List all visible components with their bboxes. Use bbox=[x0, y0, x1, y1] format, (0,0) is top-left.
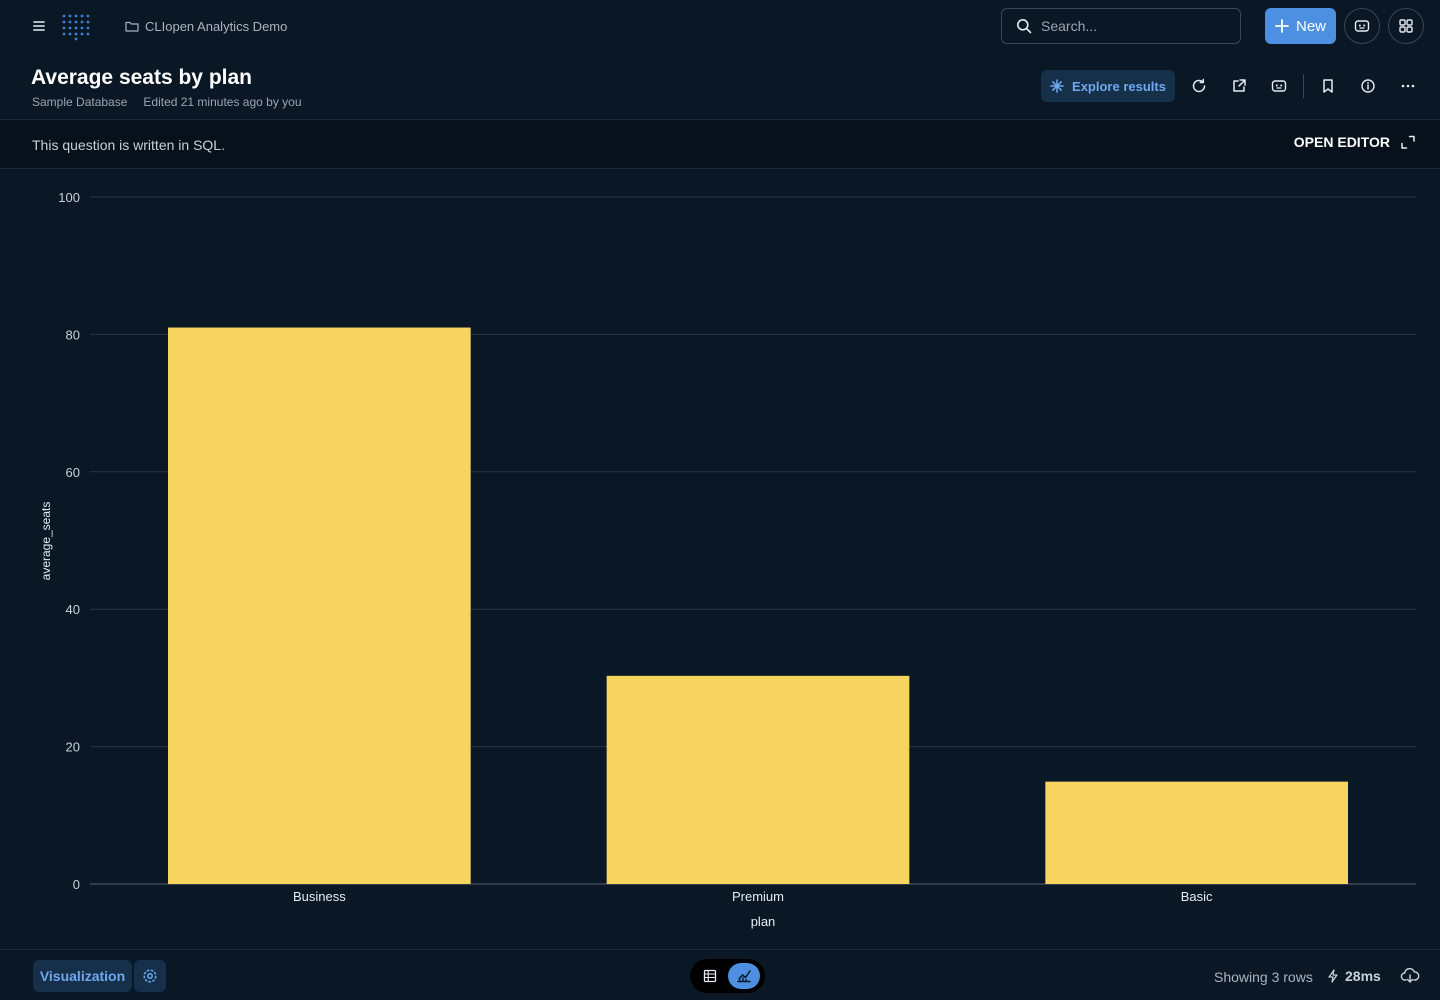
x-tick-label: Premium bbox=[732, 889, 784, 904]
search-icon bbox=[1016, 18, 1032, 34]
new-button[interactable]: New bbox=[1265, 8, 1336, 44]
bookmark-icon bbox=[1320, 78, 1336, 94]
bar[interactable] bbox=[167, 327, 471, 884]
metabot-question-button[interactable] bbox=[1267, 74, 1291, 98]
visualization-label: Visualization bbox=[39, 968, 126, 984]
query-timing: 28ms bbox=[1327, 968, 1381, 984]
database-link[interactable]: Sample Database bbox=[32, 95, 127, 109]
y-tick-label: 20 bbox=[66, 740, 80, 755]
chart-icon bbox=[736, 969, 752, 983]
row-count: Showing 3 rows bbox=[1214, 969, 1313, 985]
view-toggle bbox=[690, 959, 765, 993]
y-axis-title: average_seats bbox=[39, 502, 53, 581]
bookmark-button[interactable] bbox=[1316, 74, 1340, 98]
bar[interactable] bbox=[606, 675, 910, 884]
question-meta: Sample Database Edited 21 minutes ago by… bbox=[32, 95, 302, 109]
open-editor-label: OPEN EDITOR bbox=[1293, 134, 1390, 150]
metabot-icon bbox=[1354, 18, 1370, 34]
top-bar: CLIopen Analytics Demo New bbox=[0, 0, 1440, 52]
collection-breadcrumb[interactable]: CLIopen Analytics Demo bbox=[125, 17, 287, 35]
x-tick-label: Business bbox=[293, 889, 346, 904]
chart-area: 0 20 40 60 80 100 Business Premium Basic plan aver… bbox=[0, 169, 1440, 949]
metabot-icon bbox=[1271, 78, 1287, 94]
gear-icon bbox=[142, 968, 158, 984]
bar[interactable] bbox=[1045, 781, 1349, 884]
y-tick-label: 40 bbox=[66, 602, 80, 617]
search-box[interactable] bbox=[1001, 8, 1241, 44]
plus-icon bbox=[1275, 19, 1289, 33]
sql-notice-bar: This question is written in SQL. OPEN ED… bbox=[0, 119, 1440, 169]
cloud-download-icon bbox=[1400, 966, 1420, 986]
expand-icon bbox=[1400, 134, 1416, 150]
y-tick-label: 80 bbox=[66, 327, 80, 342]
visualization-button[interactable]: Visualization bbox=[33, 960, 132, 992]
share-button[interactable] bbox=[1227, 74, 1251, 98]
chart-settings-button[interactable] bbox=[134, 960, 166, 992]
metabot-button[interactable] bbox=[1344, 8, 1380, 44]
ellipsis-icon bbox=[1400, 78, 1416, 94]
footer-bar: Visualization Showing 3 rows 28ms bbox=[0, 949, 1440, 1000]
timing-value: 28ms bbox=[1345, 968, 1381, 984]
page-title[interactable]: Average seats by plan bbox=[31, 66, 252, 90]
question-header: Average seats by plan Sample Database Ed… bbox=[0, 52, 1440, 119]
y-tick-label: 0 bbox=[73, 877, 80, 892]
chart-view-toggle[interactable] bbox=[728, 963, 760, 989]
table-icon bbox=[703, 969, 717, 983]
info-button[interactable] bbox=[1356, 74, 1380, 98]
apps-button[interactable] bbox=[1388, 8, 1424, 44]
open-editor-button[interactable]: OPEN EDITOR bbox=[1294, 134, 1416, 150]
more-button[interactable] bbox=[1396, 74, 1420, 98]
x-tick-label: Basic bbox=[1181, 889, 1213, 904]
grid-icon bbox=[1398, 18, 1414, 34]
search-input[interactable] bbox=[1041, 18, 1221, 34]
sparkle-icon bbox=[1050, 79, 1064, 93]
refresh-icon bbox=[1191, 78, 1207, 94]
menu-icon[interactable] bbox=[30, 17, 48, 35]
y-tick-label: 100 bbox=[58, 190, 80, 205]
explore-results-label: Explore results bbox=[1072, 78, 1166, 94]
collection-name: CLIopen Analytics Demo bbox=[145, 18, 288, 34]
refresh-button[interactable] bbox=[1187, 74, 1211, 98]
bolt-icon bbox=[1327, 969, 1339, 983]
explore-results-button[interactable]: Explore results bbox=[1041, 70, 1175, 102]
sql-notice-text: This question is written in SQL. bbox=[32, 137, 225, 153]
bar-chart: 0 20 40 60 80 100 Business Premium Basic plan aver… bbox=[39, 190, 1416, 929]
info-icon bbox=[1360, 78, 1376, 94]
y-tick-label: 60 bbox=[66, 465, 80, 480]
table-view-toggle[interactable] bbox=[694, 963, 726, 989]
folder-icon bbox=[125, 20, 139, 32]
download-button[interactable] bbox=[1400, 966, 1420, 986]
edited-info[interactable]: Edited 21 minutes ago by you bbox=[143, 95, 301, 109]
share-icon bbox=[1231, 78, 1247, 94]
toolbar-divider bbox=[1303, 74, 1304, 98]
logo-icon[interactable] bbox=[60, 11, 90, 41]
new-button-label: New bbox=[1295, 17, 1326, 35]
x-axis-title: plan bbox=[751, 914, 776, 929]
